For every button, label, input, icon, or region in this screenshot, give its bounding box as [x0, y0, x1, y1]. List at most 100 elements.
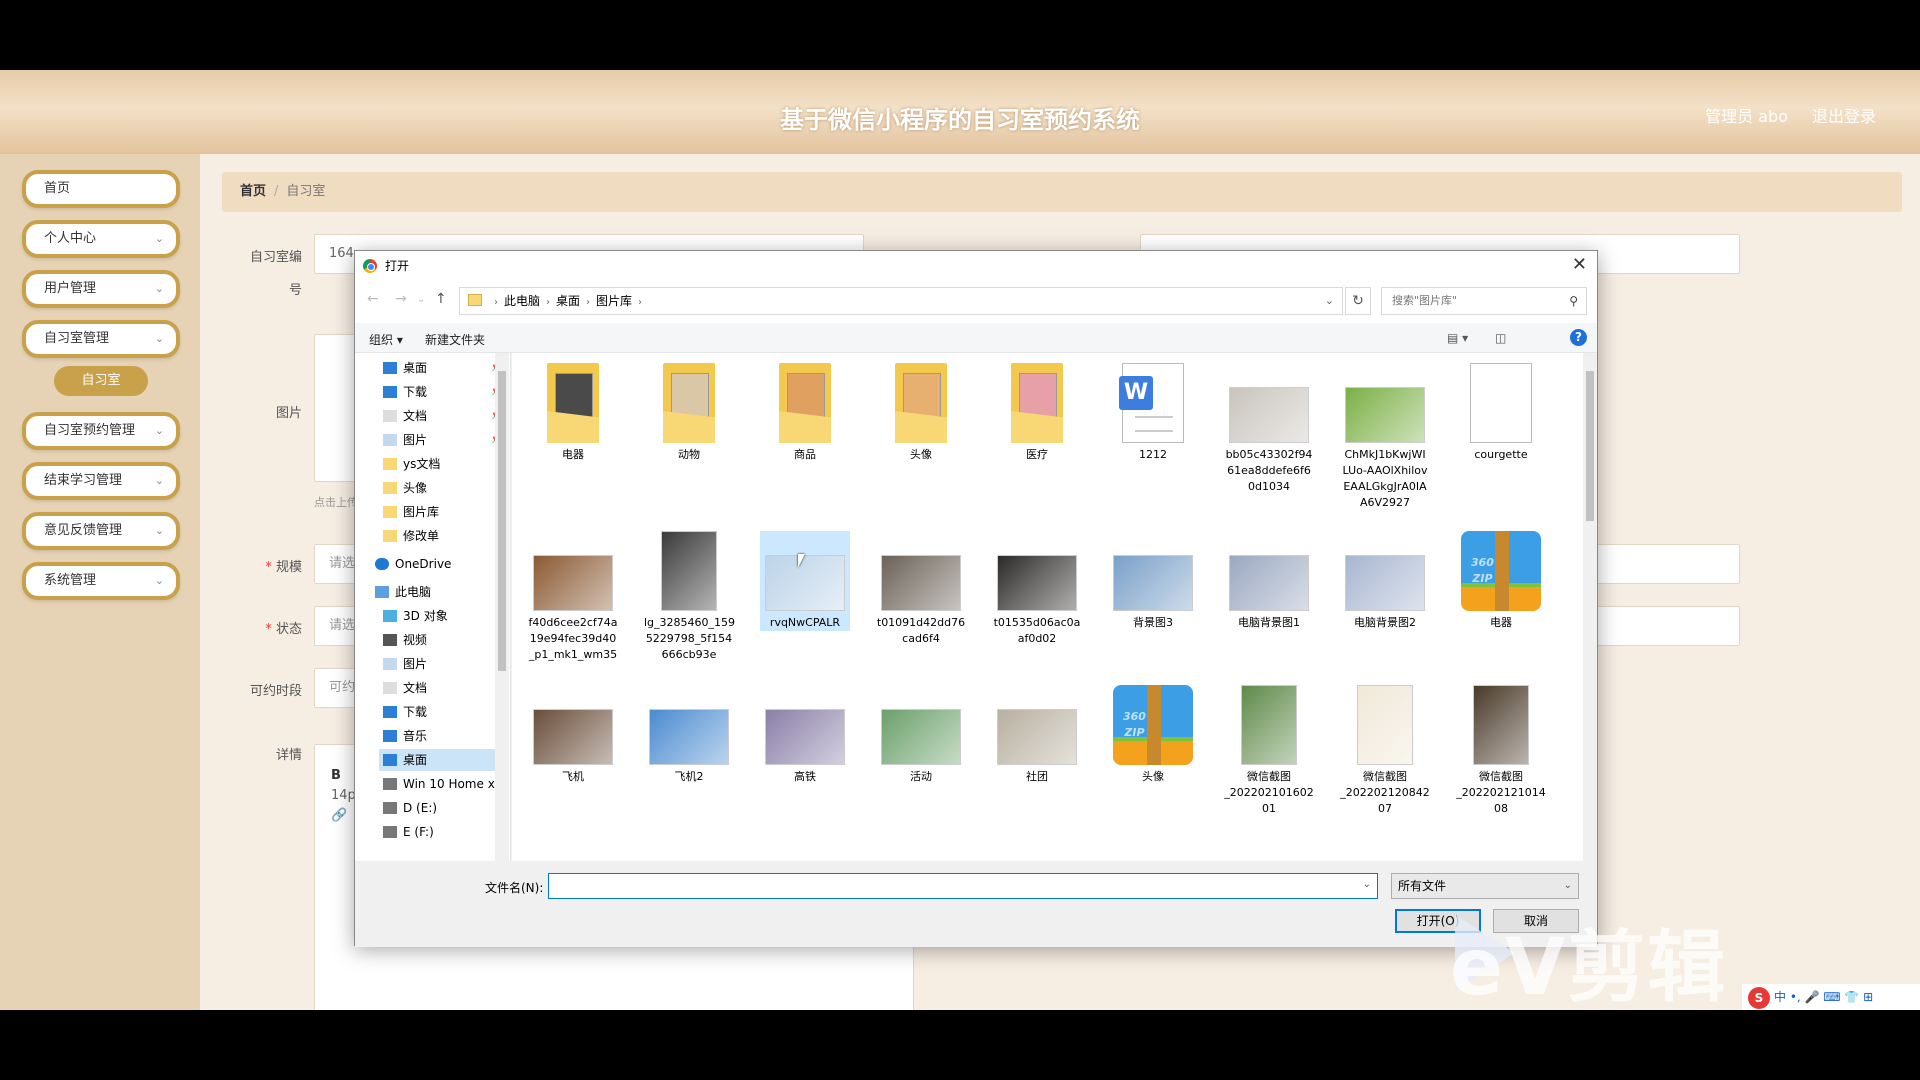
ime-toolbar[interactable]: S中 •, 🎤 ⌨ 👕 ⊞ [1742, 984, 1920, 1010]
file-item[interactable]: 医疗 [992, 363, 1082, 463]
sidebar-item-label: 个人中心 [44, 231, 97, 246]
breadcrumb-current: 自习室 [286, 184, 326, 199]
file-item[interactable]: f40d6cee2cf74a 19e94fec39d40 _p1_mk1_wm3… [528, 531, 618, 663]
logout-link[interactable]: 退出登录 [1812, 103, 1876, 127]
file-item[interactable]: ChMkJ1bKwjWI LUo-AAOlXhilov EAALGkgJrA0I… [1340, 363, 1430, 511]
file-item[interactable]: 社团 [992, 685, 1082, 785]
close-icon[interactable]: ✕ [1572, 255, 1587, 275]
file-item[interactable]: 电脑背景图1 [1224, 531, 1314, 631]
image-thumbnail [1357, 685, 1413, 765]
sidebar-item-label: 系统管理 [44, 573, 97, 588]
nav-item[interactable]: 此电脑 [371, 581, 499, 603]
sidebar-item-rooms[interactable]: 自习室管理 ⌄ [22, 320, 180, 358]
nav-scrollbar[interactable] [495, 353, 509, 861]
file-item[interactable]: 微信截图 _202202121014 08 [1456, 685, 1546, 817]
preview-pane-icon[interactable]: ◫ [1495, 331, 1506, 345]
sidebar-item-feedback[interactable]: 意见反馈管理 ⌄ [22, 512, 180, 550]
nav-item[interactable]: 下载📌 [379, 381, 507, 403]
address-bar[interactable]: › 此电脑 › 桌面 › 图片库 › ⌄ [459, 287, 1343, 315]
up-arrow-icon[interactable]: ↑ [435, 291, 447, 307]
nav-item[interactable]: 头像 [379, 477, 507, 499]
recent-dropdown-icon[interactable]: ⌄ [417, 294, 425, 305]
nav-item[interactable]: 文档 [379, 677, 507, 699]
nav-item[interactable]: 图片库 [379, 501, 507, 523]
sidebar-item-users[interactable]: 用户管理 ⌄ [22, 270, 180, 308]
sidebar-item-reservations[interactable]: 自习室预约管理 ⌄ [22, 412, 180, 450]
status-label: * 状态 [265, 622, 302, 637]
forward-arrow-icon[interactable]: → [395, 291, 407, 307]
nav-item[interactable]: 视频 [379, 629, 507, 651]
file-name: 商品 [794, 448, 816, 461]
help-icon[interactable]: ? [1570, 329, 1587, 346]
detail-label: 详情 [275, 748, 302, 763]
path-segment[interactable]: 桌面 [556, 294, 580, 308]
file-item[interactable]: 微信截图 _202202101602 01 [1224, 685, 1314, 817]
file-list-scrollbar[interactable] [1583, 353, 1597, 861]
file-item[interactable]: 飞机 [528, 685, 618, 785]
chevron-down-icon[interactable]: ⌄ [1363, 879, 1371, 890]
organize-button[interactable]: 组织 ▾ [369, 331, 403, 348]
file-item[interactable]: 高铁 [760, 685, 850, 785]
file-item[interactable]: 360 ZIP 电器 [1456, 531, 1546, 631]
image-thumbnail [533, 555, 613, 611]
nav-item[interactable]: 桌面 [379, 749, 507, 771]
breadcrumb-home[interactable]: 首页 [240, 184, 266, 199]
file-item[interactable]: courgette [1456, 363, 1546, 463]
folder-icon [657, 363, 721, 443]
nav-item[interactable]: E (F:) [379, 821, 507, 843]
file-item[interactable]: 电脑背景图2 [1340, 531, 1430, 631]
file-item[interactable]: 360 ZIP 头像 [1108, 685, 1198, 785]
file-item[interactable]: 动物 [644, 363, 734, 463]
refresh-icon[interactable]: ↻ [1345, 287, 1371, 315]
sidebar-item-system[interactable]: 系统管理 ⌄ [22, 562, 180, 600]
path-segment[interactable]: 图片库 [596, 294, 632, 308]
file-name: 头像 [1142, 770, 1164, 783]
nav-item[interactable]: 图片 [379, 653, 507, 675]
file-item[interactable]: t01091d42dd76 cad6f4 [876, 531, 966, 647]
file-item[interactable]: lg_3285460_159 5229798_5f154 666cb93e [644, 531, 735, 663]
file-item[interactable]: 背景图3 [1108, 531, 1198, 631]
file-name: bb05c43302f94 61ea8ddefe6f6 0d1034 [1225, 448, 1313, 493]
view-menu-icon[interactable]: ▤ ▾ [1447, 331, 1468, 345]
file-item[interactable]: 商品 [760, 363, 850, 463]
dialog-title: 打开 [385, 259, 410, 273]
top-header: 基于微信小程序的自习室预约系统 管理员 abo 退出登录 [0, 70, 1920, 154]
file-item[interactable]: 电器 [528, 363, 618, 463]
search-input[interactable]: 搜索"图片库" ⚲ [1381, 287, 1587, 315]
sidebar-subitem-room[interactable]: 自习室 [54, 366, 148, 396]
file-item[interactable]: rvqNwCPALR [760, 531, 850, 631]
filename-input[interactable]: ⌄ [548, 873, 1378, 899]
nav-item[interactable]: 音乐 [379, 725, 507, 747]
nav-item[interactable]: 3D 对象 [379, 605, 507, 627]
file-name: 头像 [910, 448, 932, 461]
link-icon[interactable]: 🔗 [331, 797, 347, 835]
file-item[interactable]: bb05c43302f94 61ea8ddefe6f6 0d1034 [1224, 363, 1314, 495]
file-name: 微信截图 _202202120842 07 [1340, 770, 1430, 815]
nav-item[interactable]: 下载 [379, 701, 507, 723]
nav-item[interactable]: OneDrive [371, 553, 499, 575]
filetype-select[interactable]: 所有文件 ⌄ [1391, 873, 1579, 899]
nav-item[interactable]: 桌面📌 [379, 357, 507, 379]
nav-item[interactable]: 文档📌 [379, 405, 507, 427]
app-title: 基于微信小程序的自习室预约系统 [780, 106, 1140, 134]
file-item[interactable]: 活动 [876, 685, 966, 785]
back-arrow-icon[interactable]: ← [367, 291, 379, 307]
new-folder-button[interactable]: 新建文件夹 [425, 331, 485, 348]
sidebar-item-home[interactable]: 首页 [22, 170, 180, 208]
file-item[interactable]: 微信截图 _202202120842 07 [1340, 685, 1430, 817]
document-icon [383, 410, 397, 422]
file-item[interactable]: W 1212 [1108, 363, 1198, 463]
nav-item[interactable]: 图片📌 [379, 429, 507, 451]
file-item[interactable]: t01535d06ac0a af0d02 [992, 531, 1082, 647]
file-item[interactable]: 头像 [876, 363, 966, 463]
path-segment[interactable]: 此电脑 [504, 294, 540, 308]
nav-item[interactable]: D (E:) [379, 797, 507, 819]
file-item[interactable]: 飞机2 [644, 685, 734, 785]
sidebar-item-profile[interactable]: 个人中心 ⌄ [22, 220, 180, 258]
chevron-down-icon: ⌄ [1563, 880, 1572, 891]
nav-item[interactable]: ys文档 [379, 453, 507, 475]
nav-item[interactable]: 修改单 [379, 525, 507, 547]
sidebar-item-end-study[interactable]: 结束学习管理 ⌄ [22, 462, 180, 500]
chevron-down-icon[interactable]: ⌄ [1325, 288, 1334, 314]
nav-item[interactable]: Win 10 Home x [379, 773, 507, 795]
